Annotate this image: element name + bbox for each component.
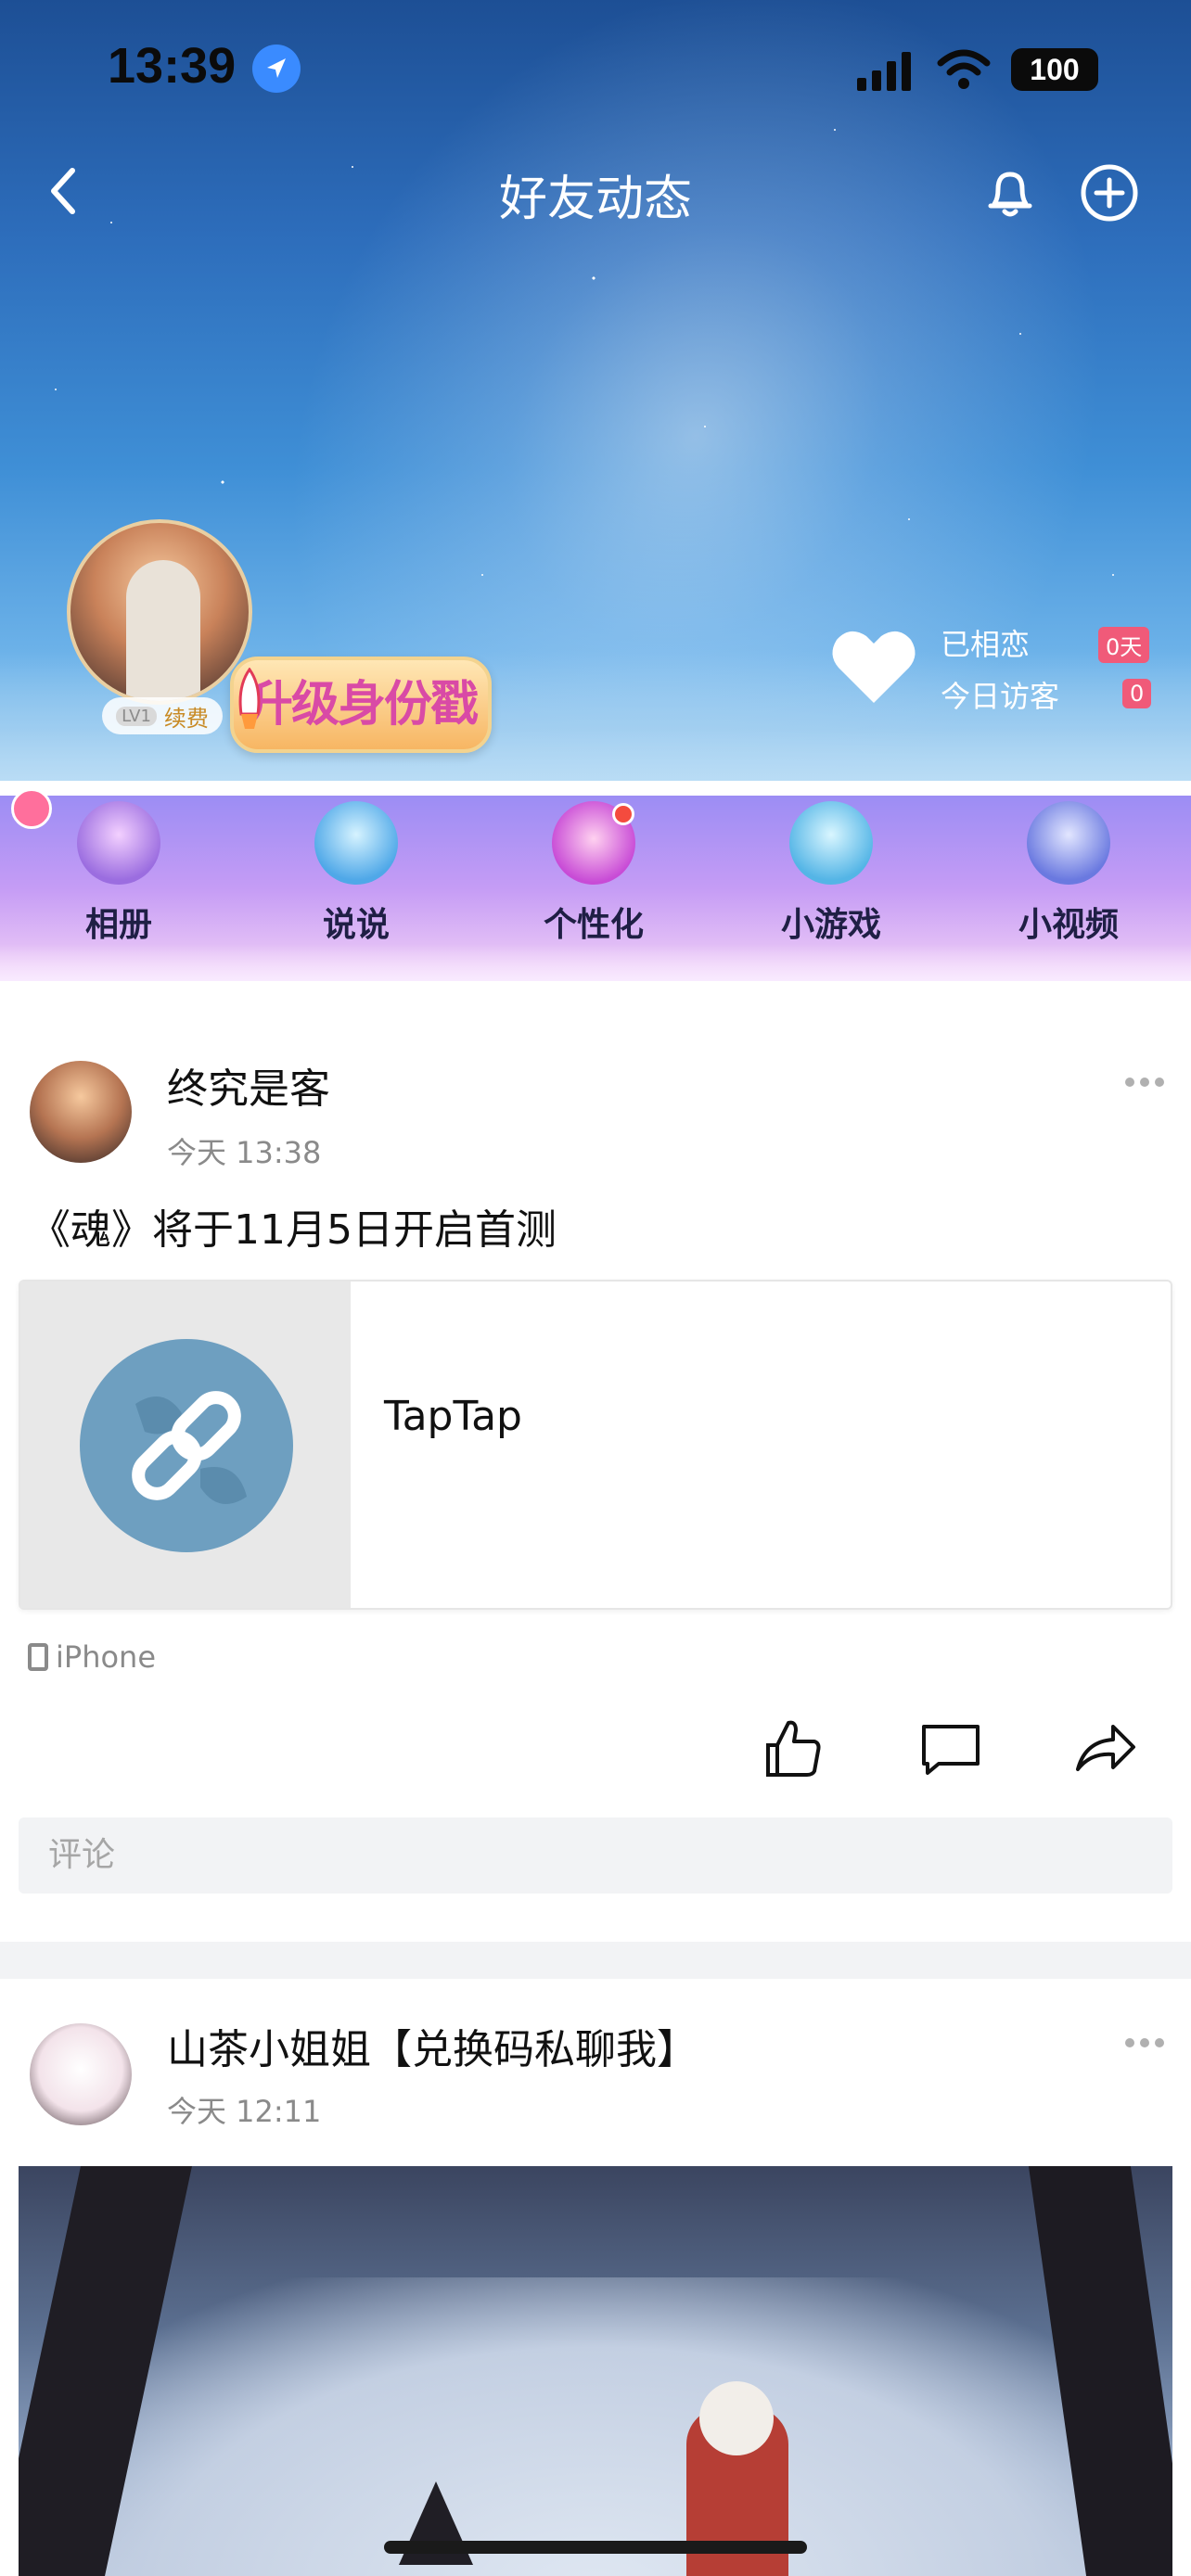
feature-shuoshuo-label: 说说: [322, 906, 390, 944]
post-timestamp: 今天 12:11: [167, 2094, 322, 2129]
link-thumbnail: [20, 1282, 351, 1608]
feature-minigame-label: 小游戏: [780, 906, 881, 944]
feature-shuoshuo[interactable]: 说说: [273, 801, 440, 959]
post-author-name[interactable]: 终究是客: [167, 1055, 330, 1115]
home-indicator: [384, 2541, 807, 2554]
comment-input[interactable]: 评论: [19, 1817, 1172, 1894]
more-options-icon[interactable]: [1124, 2036, 1165, 2049]
globe-link-icon: [80, 1339, 293, 1552]
post-avatar[interactable]: [30, 2023, 132, 2125]
upgrade-identity-banner[interactable]: 升级身份戳: [230, 657, 492, 753]
notification-dot: [612, 803, 634, 825]
wifi-icon: [937, 49, 991, 89]
post-timestamp: 今天 13:38: [167, 1135, 322, 1170]
post-image[interactable]: [19, 2166, 1172, 2576]
feature-minigame[interactable]: 小游戏: [748, 801, 915, 959]
phone-icon: [28, 1643, 48, 1671]
level-badge[interactable]: LV1 续费: [102, 697, 223, 734]
feature-shortvideo-label: 小视频: [1018, 906, 1119, 944]
link-title: TapTap: [384, 1393, 522, 1440]
love-days-label: 已相恋: [941, 627, 1031, 662]
device-label: iPhone: [56, 1639, 157, 1675]
share-arrow-icon[interactable]: [1072, 1715, 1137, 1780]
avatar-figure: [126, 560, 200, 701]
visitors-value: 0: [1122, 679, 1152, 708]
like-thumb-icon[interactable]: [761, 1715, 826, 1780]
feature-personalize[interactable]: 个性化: [510, 801, 677, 959]
shuoshuo-icon: [314, 801, 398, 885]
post-author-name[interactable]: 山茶小姐姐【兑换码私聊我】: [167, 2016, 698, 2075]
snow-field: [19, 2277, 1172, 2576]
status-time: 13:39: [108, 38, 237, 94]
post-avatar[interactable]: [30, 1061, 132, 1163]
location-arrow-icon: [252, 45, 301, 93]
bell-icon[interactable]: [981, 163, 1039, 221]
plus-circle-icon[interactable]: [1080, 163, 1139, 223]
game-character-head: [699, 2381, 774, 2455]
comment-bubble-icon[interactable]: [918, 1715, 983, 1780]
more-options-icon[interactable]: [1124, 1076, 1165, 1089]
level-label: LV1: [116, 706, 157, 726]
status-bar: 13:39 100: [0, 0, 1191, 139]
heart-icon[interactable]: [827, 619, 920, 712]
feature-personalize-label: 个性化: [543, 906, 644, 944]
visitors-label[interactable]: 今日访客: [941, 673, 1059, 716]
post-text: 《魂》将于11月5日开启首测: [30, 1206, 557, 1254]
feature-album-label: 相册: [84, 906, 152, 944]
album-icon: [77, 801, 160, 885]
cellular-signal-icon: [857, 52, 911, 91]
battery-icon: 100: [1011, 48, 1098, 91]
renew-label: 续费: [163, 705, 209, 732]
love-days-value: 0天: [1098, 627, 1150, 663]
device-source: iPhone: [28, 1639, 156, 1675]
minigame-icon: [789, 801, 873, 885]
feature-album[interactable]: 相册: [35, 801, 202, 959]
link-card[interactable]: TapTap: [19, 1280, 1172, 1610]
rocket-icon: [238, 668, 261, 729]
feed-separator: [0, 1942, 1191, 1979]
shortvideo-icon: [1027, 801, 1110, 885]
feature-shortvideo[interactable]: 小视频: [985, 801, 1152, 959]
profile-avatar[interactable]: [67, 519, 252, 705]
